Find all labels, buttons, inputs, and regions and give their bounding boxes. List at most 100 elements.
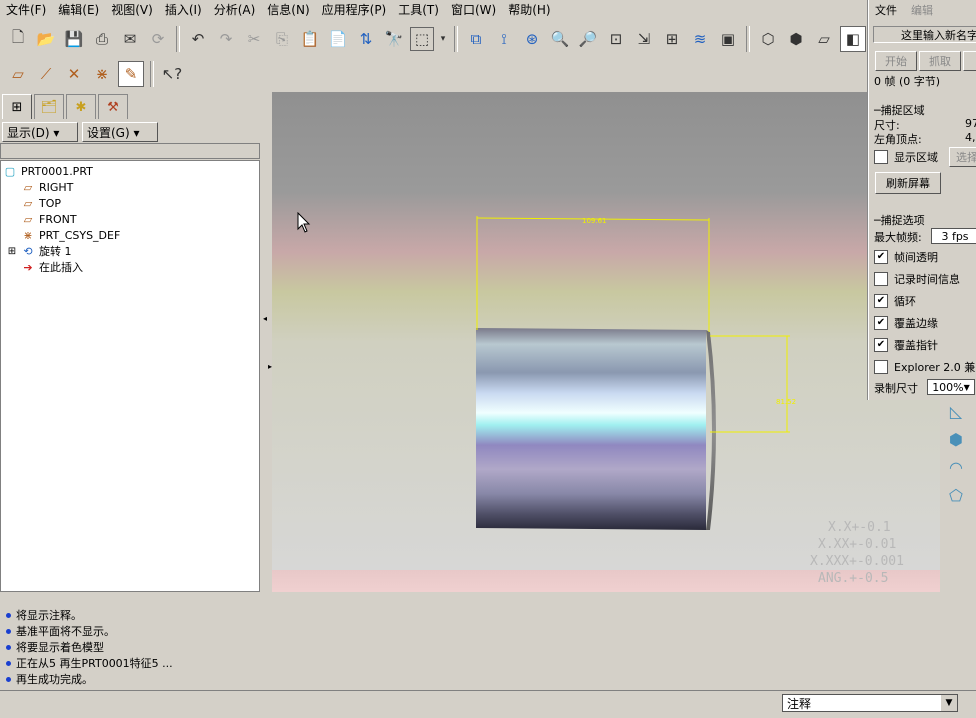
checkbox-checked-icon[interactable]: ✔ xyxy=(874,250,888,264)
coordinate-system-icon[interactable]: ⋇ xyxy=(90,62,114,86)
tree-item-right[interactable]: ▱ RIGHT xyxy=(21,179,74,195)
checkbox-checked-icon[interactable]: ✔ xyxy=(874,316,888,330)
menu-tools[interactable]: 工具(T) xyxy=(392,0,445,20)
print-icon[interactable]: ⎙ xyxy=(90,27,114,51)
shell-icon[interactable]: ⬢ xyxy=(944,427,968,451)
tree-item-front[interactable]: ▱ FRONT xyxy=(21,211,77,227)
capture-frame-count: 0 帧 (0 字节) xyxy=(874,75,941,88)
shading-icon[interactable]: ◧ xyxy=(840,26,866,52)
capture-name-field[interactable]: 这里输入新名字 xyxy=(873,26,976,43)
settings-menu-button[interactable]: 设置(G) ▾ xyxy=(82,122,158,142)
send-mail-icon[interactable]: ✉ xyxy=(118,27,142,51)
favorites-tab-icon[interactable]: ✱ xyxy=(66,94,96,119)
menu-file[interactable]: 文件(F) xyxy=(0,0,52,20)
menu-view[interactable]: 视图(V) xyxy=(105,0,159,20)
dimension-width-label[interactable]: 109.61 xyxy=(582,217,607,225)
dimension-height-label[interactable]: 81.52 xyxy=(776,398,796,406)
cylinder-end-cap[interactable] xyxy=(706,330,716,530)
menu-applications[interactable]: 应用程序(P) xyxy=(316,0,393,20)
tree-item-revolve[interactable]: ⊞ ⟲ 旋转 1 xyxy=(7,243,72,259)
regenerate-icon[interactable]: ⇅ xyxy=(354,27,378,51)
saved-views-icon[interactable]: ⊞ xyxy=(660,27,684,51)
draft-icon[interactable]: ◺ xyxy=(944,399,968,423)
menu-analysis[interactable]: 分析(A) xyxy=(208,0,262,20)
option-timing-checkbox[interactable]: 记录时间信息 xyxy=(874,271,960,287)
tree-item-root[interactable]: ▢ PRT0001.PRT xyxy=(3,163,93,179)
context-help-icon[interactable]: ↖? xyxy=(160,62,184,86)
open-folder-icon[interactable]: 📂 xyxy=(34,27,58,51)
panel-splitter[interactable]: ◂ ▸ xyxy=(262,92,272,592)
tree-item-top[interactable]: ▱ TOP xyxy=(21,195,61,211)
display-menu-button[interactable]: 显示(D) ▾ xyxy=(2,122,78,142)
cylinder-body[interactable] xyxy=(476,328,706,530)
redo-icon[interactable]: ↷ xyxy=(214,27,238,51)
layers-icon[interactable]: ≋ xyxy=(688,27,712,51)
option-interframe-checkbox[interactable]: ✔ 帧间透明 xyxy=(874,249,938,265)
menu-info[interactable]: 信息(N) xyxy=(261,0,315,20)
refresh-screen-button[interactable]: 刷新屏幕 xyxy=(875,172,941,194)
menu-help[interactable]: 帮助(H) xyxy=(502,0,556,20)
checkbox-label: 覆盖指针 xyxy=(894,339,938,352)
zoom-in-icon[interactable]: 🔍 xyxy=(548,27,572,51)
datum-point-icon[interactable]: ✕ xyxy=(62,62,86,86)
menu-edit[interactable]: 编辑(E) xyxy=(52,0,105,20)
chamfer-icon[interactable]: ⬠ xyxy=(944,483,968,507)
round-icon[interactable]: ◠ xyxy=(944,455,968,479)
wireframe-icon[interactable]: ⬡ xyxy=(756,27,780,51)
capture-grab-button[interactable]: 抓取 xyxy=(919,51,961,71)
option-explorer-checkbox[interactable]: Explorer 2.0 兼 xyxy=(874,359,975,375)
cut-icon[interactable]: ✂ xyxy=(242,27,266,51)
checkbox-box[interactable] xyxy=(874,272,888,286)
checkbox-box[interactable] xyxy=(874,360,888,374)
select-region-button[interactable]: 选择 xyxy=(949,147,976,167)
max-fps-input[interactable]: 3 fps xyxy=(931,228,976,244)
select-box-icon[interactable]: ⬚ xyxy=(410,27,434,51)
datum-display-icon[interactable]: ✎ xyxy=(118,61,144,87)
repaint-icon[interactable]: ⧉ xyxy=(464,27,488,51)
orient-mode-icon[interactable]: ⊛ xyxy=(520,27,544,51)
save-icon[interactable]: 💾 xyxy=(62,27,86,51)
undo-icon[interactable]: ↶ xyxy=(186,27,210,51)
checkbox-checked-icon[interactable]: ✔ xyxy=(874,294,888,308)
reorient-icon[interactable]: ⇲ xyxy=(632,27,656,51)
capture-menu-edit[interactable]: 编辑 xyxy=(911,2,933,18)
tree-item-insert-here[interactable]: ➔ 在此插入 xyxy=(21,259,83,275)
paste-special-icon[interactable]: 📄 xyxy=(326,27,350,51)
record-size-select[interactable]: 100% ▼ xyxy=(927,379,975,395)
connections-tab-icon[interactable]: ⚒ xyxy=(98,94,128,119)
checkbox-checked-icon[interactable]: ✔ xyxy=(874,338,888,352)
expand-icon[interactable]: ⊞ xyxy=(7,245,17,257)
no-hidden-icon[interactable]: ▱ xyxy=(812,27,836,51)
find-icon[interactable]: 🔭 xyxy=(382,27,406,51)
collapse-left-icon[interactable]: ◂ xyxy=(263,314,267,323)
send-icon[interactable]: ⟳ xyxy=(146,27,170,51)
selection-filter-select[interactable]: 注释 ▼ xyxy=(782,694,958,712)
menu-window[interactable]: 窗口(W) xyxy=(445,0,502,20)
view-manager-icon[interactable]: ▣ xyxy=(716,27,740,51)
refit-icon[interactable]: ⊡ xyxy=(604,27,628,51)
option-edges-checkbox[interactable]: ✔ 覆盖边缘 xyxy=(874,315,938,331)
folder-browser-tab-icon[interactable]: 🗂 xyxy=(34,94,64,119)
checkbox-box[interactable] xyxy=(874,150,888,164)
paste-icon[interactable]: 📋 xyxy=(298,27,322,51)
datum-axis-icon[interactable]: ⟋ xyxy=(34,62,58,86)
option-loop-checkbox[interactable]: ✔ 循环 xyxy=(874,293,916,309)
show-region-checkbox[interactable]: 显示区域 xyxy=(874,149,938,165)
tree-item-csys[interactable]: ⋇ PRT_CSYS_DEF xyxy=(21,227,120,243)
tree-filter-bar[interactable] xyxy=(0,143,260,159)
copy-icon[interactable]: ⎘ xyxy=(270,27,294,51)
dropdown-arrow-icon[interactable]: ▼ xyxy=(941,695,957,711)
model-tree-tab-icon[interactable]: ⊞ xyxy=(2,94,32,119)
menu-insert[interactable]: 插入(I) xyxy=(159,0,208,20)
spin-center-icon[interactable]: ⟟ xyxy=(492,27,516,51)
new-file-icon[interactable]: 🗋 xyxy=(6,27,30,51)
datum-plane-icon[interactable]: ▱ xyxy=(6,62,30,86)
hidden-line-icon[interactable]: ⬢ xyxy=(784,27,808,51)
select-dropdown-icon[interactable]: ▾ xyxy=(438,27,448,51)
capture-more-button[interactable] xyxy=(963,51,976,71)
capture-menu-file[interactable]: 文件 xyxy=(875,2,897,18)
capture-start-button[interactable]: 开始 xyxy=(875,51,917,71)
graphics-window[interactable]: 109.61 81.52 X.X+-0.1 X.XX+-0.01 X.XXX+-… xyxy=(272,92,940,592)
option-pointer-checkbox[interactable]: ✔ 覆盖指针 xyxy=(874,337,938,353)
zoom-out-icon[interactable]: 🔎 xyxy=(576,27,600,51)
